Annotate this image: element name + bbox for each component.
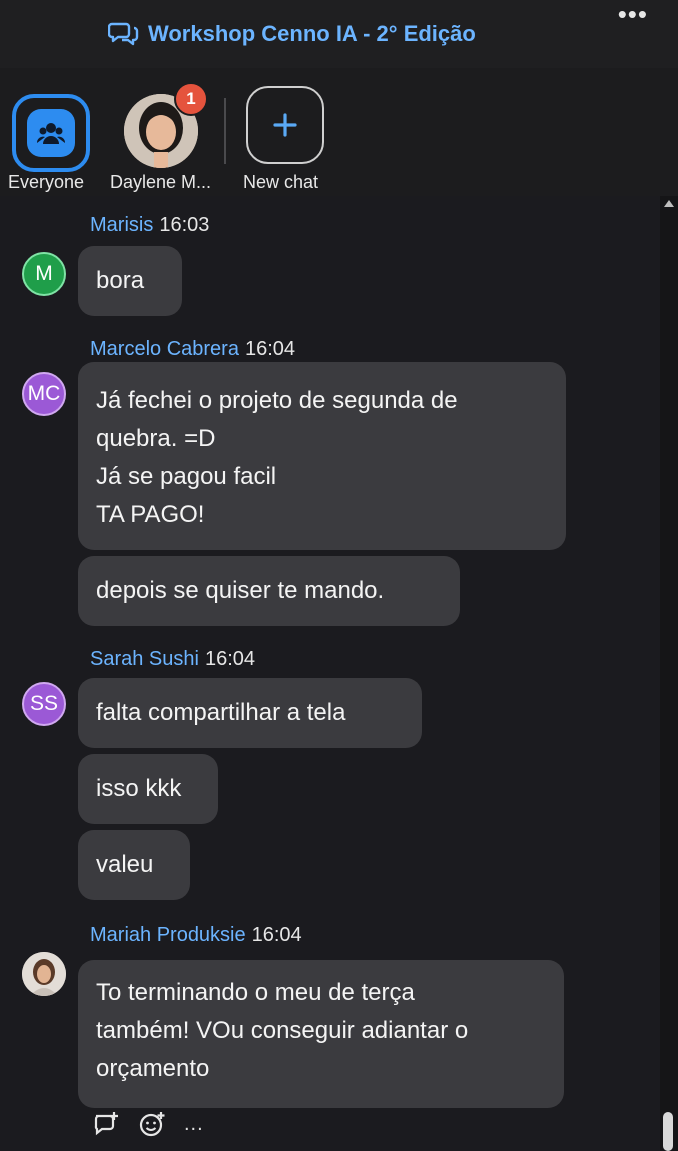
reply-icon[interactable] bbox=[92, 1110, 120, 1138]
message-line: TA PAGO! bbox=[96, 501, 205, 528]
chat-title-group: Workshop Cenno IA - 2° Edição bbox=[108, 16, 476, 52]
sender-name[interactable]: Marcelo Cabrera bbox=[90, 338, 239, 360]
chat-title: Workshop Cenno IA - 2° Edição bbox=[148, 21, 476, 46]
message-sender: Marisis 16:03 bbox=[90, 214, 209, 237]
person-photo-icon bbox=[22, 952, 66, 996]
avatar[interactable]: M bbox=[22, 252, 66, 296]
message-bubble[interactable]: valeu bbox=[78, 830, 190, 900]
chat-header: Workshop Cenno IA - 2° Edição ••• bbox=[0, 0, 678, 69]
unread-badge: 1 bbox=[174, 82, 208, 116]
new-chat-button[interactable] bbox=[246, 86, 324, 164]
message-actions: ... bbox=[92, 1110, 204, 1138]
message-line: também! VOu conseguir adiantar o bbox=[96, 1017, 469, 1044]
avatar[interactable]: SS bbox=[22, 682, 66, 726]
message-sender: Mariah Produksie 16:04 bbox=[90, 924, 302, 947]
chat-bubbles-icon bbox=[108, 22, 139, 46]
people-icon bbox=[36, 123, 66, 144]
plus-icon bbox=[273, 113, 297, 137]
scrollbar[interactable] bbox=[660, 196, 678, 1151]
message-bubble[interactable]: depois se quiser te mando. bbox=[78, 556, 460, 626]
message-time: 16:03 bbox=[159, 214, 210, 236]
sender-name[interactable]: Sarah Sushi bbox=[90, 648, 199, 670]
recipient-everyone-button[interactable] bbox=[12, 94, 90, 172]
avatar[interactable] bbox=[22, 952, 66, 996]
add-reaction-icon[interactable] bbox=[138, 1110, 166, 1138]
message-sender: Marcelo Cabrera 16:04 bbox=[90, 338, 295, 361]
everyone-icon-tile bbox=[27, 109, 75, 157]
message-line: Já fechei o projeto de segunda de bbox=[96, 387, 458, 414]
recipient-bar: Everyone 1 Daylene M... New chat bbox=[0, 68, 678, 196]
recipient-divider bbox=[224, 98, 226, 164]
message-bubble[interactable]: Já fechei o projeto de segunda de quebra… bbox=[78, 362, 566, 550]
sender-name[interactable]: Mariah Produksie bbox=[90, 924, 246, 946]
sender-name[interactable]: Marisis bbox=[90, 214, 153, 236]
message-line: To terminando o meu de terça bbox=[96, 979, 415, 1006]
message-bubble[interactable]: bora bbox=[78, 246, 182, 316]
more-options-button[interactable]: ••• bbox=[618, 1, 648, 27]
message-line: quebra. =D bbox=[96, 425, 216, 452]
avatar[interactable]: MC bbox=[22, 372, 66, 416]
message-time: 16:04 bbox=[251, 924, 302, 946]
new-chat-label: New chat bbox=[243, 172, 319, 192]
scrollbar-thumb[interactable] bbox=[663, 1112, 673, 1151]
message-line: Já se pagou facil bbox=[96, 463, 277, 490]
message-line: orçamento bbox=[96, 1055, 210, 1082]
message-time: 16:04 bbox=[244, 338, 296, 360]
more-actions-button[interactable]: ... bbox=[184, 1113, 204, 1136]
recipient-daylene-label: Daylene M... bbox=[110, 172, 212, 192]
message-bubble[interactable]: To terminando o meu de terça também! VOu… bbox=[78, 960, 564, 1108]
message-bubble[interactable]: isso kkk bbox=[78, 754, 218, 824]
message-bubble[interactable]: falta compartilhar a tela bbox=[78, 678, 422, 748]
message-sender: Sarah Sushi 16:04 bbox=[90, 648, 255, 671]
recipient-everyone-label: Everyone bbox=[8, 172, 85, 192]
message-time: 16:04 bbox=[204, 648, 256, 670]
scroll-up-arrow-icon[interactable] bbox=[664, 200, 674, 207]
